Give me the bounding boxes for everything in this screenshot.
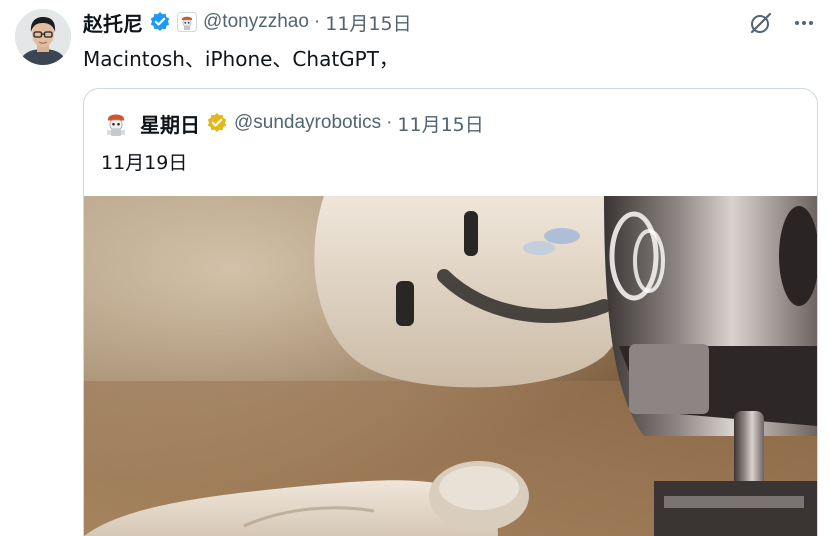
quoted-author-name[interactable]: 星期日 (140, 109, 200, 138)
grok-icon[interactable] (748, 10, 774, 36)
author-avatar[interactable] (15, 9, 71, 65)
tweet-date[interactable]: 11月15日 (325, 9, 411, 36)
verified-badge-icon[interactable] (149, 11, 171, 33)
separator-dot: · (313, 11, 321, 32)
author-handle[interactable]: @tonyzzhao (203, 11, 309, 33)
quoted-tweet-header: 星期日 @sundayrobotics · 11月15日 (101, 108, 484, 138)
quoted-author-avatar[interactable] (101, 108, 131, 138)
tweet-actions-top (748, 10, 816, 36)
more-icon[interactable] (792, 11, 816, 35)
quoted-tweet[interactable]: 星期日 @sundayrobotics · 11月15日 11月19日 (83, 88, 818, 536)
tweet[interactable]: 赵托尼 @tonyzzhao · 11月15日 Macintosh、iPhone… (0, 0, 830, 536)
quoted-tweet-media[interactable] (84, 196, 817, 536)
quoted-tweet-text: 11月19日 (101, 152, 188, 174)
author-name[interactable]: 赵托尼 (83, 8, 143, 37)
tweet-header: 赵托尼 @tonyzzhao · 11月15日 (83, 8, 412, 37)
quoted-tweet-date[interactable]: 11月15日 (397, 110, 483, 137)
tweet-text: Macintosh、iPhone、ChatGPT， (83, 47, 399, 71)
affiliation-badge-icon[interactable] (177, 12, 197, 32)
quoted-author-handle[interactable]: @sundayrobotics (234, 112, 381, 134)
gold-verified-badge-icon[interactable] (206, 112, 228, 134)
quoted-separator-dot: · (386, 112, 393, 133)
